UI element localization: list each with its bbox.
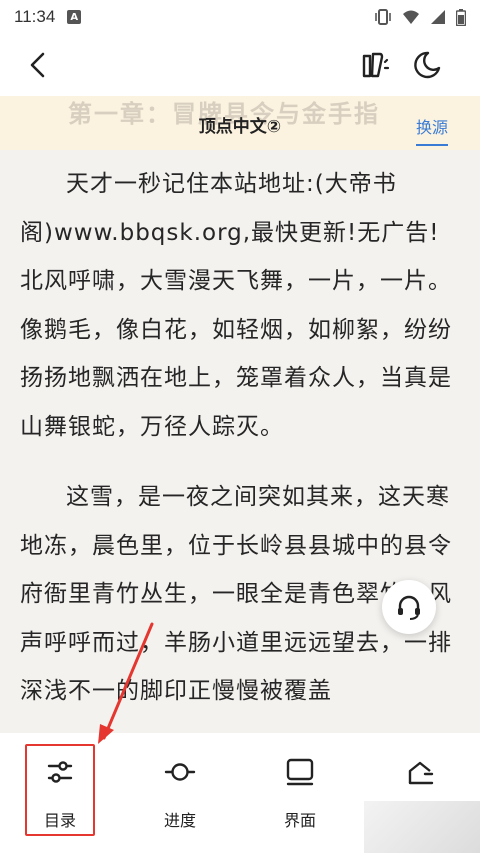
watermark-logo xyxy=(364,801,480,853)
audio-read-icon[interactable] xyxy=(356,48,392,82)
headset-icon xyxy=(398,595,420,620)
interface-icon xyxy=(286,758,314,786)
signal-icon xyxy=(431,10,445,24)
tab-interface[interactable]: 界面 xyxy=(240,733,360,853)
status-icons xyxy=(374,8,466,26)
switch-source-button[interactable]: 换源 xyxy=(415,114,448,146)
annotation-arrow-icon xyxy=(98,622,154,744)
status-time: 11:34 xyxy=(14,7,56,26)
progress-icon xyxy=(164,763,196,781)
notification-icon: A xyxy=(67,10,82,24)
settings-icon xyxy=(408,761,434,785)
wifi-icon xyxy=(403,10,419,24)
tab-progress-label: 进度 xyxy=(163,811,196,830)
tab-interface-label: 界面 xyxy=(283,811,316,830)
source-bar: 第一章：冒牌县令与金手指 顶点中文② 换源 xyxy=(0,96,480,150)
annotation-highlight-box xyxy=(25,744,95,836)
paragraph: 天才一秒记住本站地址:(大帝书阁)www.bbqsk.org,最快更新!无广告!… xyxy=(20,171,452,440)
status-bar: 11:34 A xyxy=(0,0,480,34)
listen-float-button[interactable] xyxy=(382,580,436,634)
moon-icon[interactable] xyxy=(410,48,444,82)
vibrate-icon xyxy=(375,9,391,25)
chevron-left-icon[interactable] xyxy=(22,48,56,82)
source-name: 顶点中文② xyxy=(198,117,282,137)
tab-progress[interactable]: 进度 xyxy=(120,733,240,853)
battery-icon xyxy=(456,8,466,26)
reader-toolbar xyxy=(0,34,480,96)
